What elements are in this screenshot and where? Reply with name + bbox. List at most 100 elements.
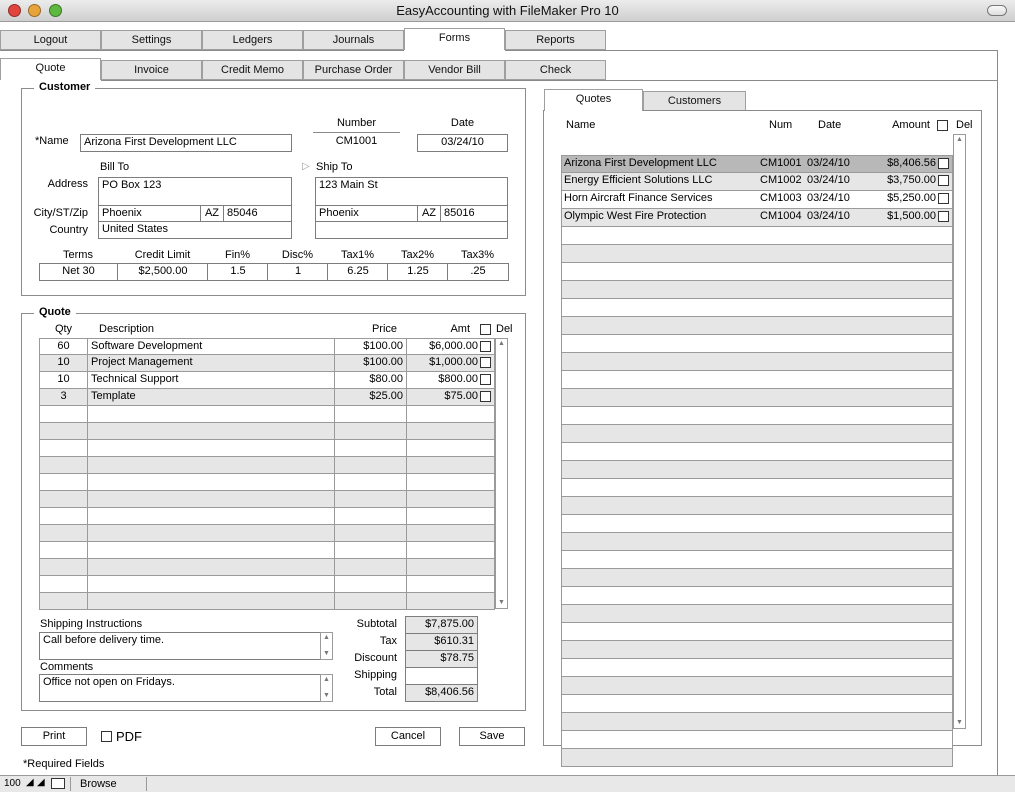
status-area-toggle-icon[interactable] <box>51 778 65 789</box>
scroll-up-arrow-icon[interactable]: ▲ <box>496 339 507 349</box>
line-price-field[interactable] <box>335 576 407 592</box>
quote-delete-checkbox[interactable] <box>938 158 949 169</box>
line-price-field[interactable] <box>335 593 407 609</box>
bill-zip-field[interactable]: 85046 <box>223 205 292 222</box>
terms-value-field[interactable]: .25 <box>447 263 509 281</box>
bill-country-field[interactable]: United States <box>98 221 292 239</box>
line-qty-field[interactable] <box>40 508 88 524</box>
line-qty-field[interactable]: 3 <box>40 389 88 405</box>
quote-list-row[interactable]: Energy Efficient Solutions LLC CM1002 03/2… <box>561 173 953 191</box>
line-description-field[interactable] <box>88 491 335 507</box>
ship-address-field[interactable]: 123 Main St <box>315 177 508 206</box>
quote-list-row[interactable] <box>561 623 953 641</box>
quote-list-row[interactable] <box>561 335 953 353</box>
line-price-field[interactable] <box>335 474 407 490</box>
bill-city-field[interactable]: Phoenix <box>98 205 201 222</box>
line-price-field[interactable] <box>335 508 407 524</box>
quote-lines-scrollbar[interactable]: ▲ ▼ <box>495 338 508 609</box>
line-price-field[interactable]: $25.00 <box>335 389 407 405</box>
tab-settings[interactable]: Settings <box>101 30 202 50</box>
quote-list-row[interactable] <box>561 749 953 767</box>
ship-city-field[interactable]: Phoenix <box>315 205 418 222</box>
line-delete-checkbox[interactable] <box>480 391 491 402</box>
tab-check[interactable]: Check <box>505 60 606 80</box>
quote-list-row[interactable] <box>561 317 953 335</box>
tab-customers[interactable]: Customers <box>643 91 746 111</box>
tab-credit-memo[interactable]: Credit Memo <box>202 60 303 80</box>
shipping-instructions-field[interactable]: Call before delivery time. <box>39 632 333 660</box>
line-price-field[interactable]: $100.00 <box>335 339 407 355</box>
scroll-up-arrow-icon[interactable]: ▲ <box>954 135 965 145</box>
quote-list-row[interactable] <box>561 605 953 623</box>
line-price-field[interactable] <box>335 440 407 456</box>
delete-all-checkbox[interactable] <box>480 324 491 335</box>
quote-list-row[interactable] <box>561 533 953 551</box>
quote-list-row[interactable] <box>561 677 953 695</box>
line-price-field[interactable]: $100.00 <box>335 355 407 371</box>
terms-value-field[interactable]: $2,500.00 <box>117 263 209 281</box>
line-delete-checkbox[interactable] <box>480 374 491 385</box>
line-delete-checkbox[interactable] <box>480 357 491 368</box>
tab-invoice[interactable]: Invoice <box>101 60 202 80</box>
line-description-field[interactable]: Template <box>88 389 335 405</box>
tab-journals[interactable]: Journals <box>303 30 404 50</box>
delete-all-quotes-checkbox[interactable] <box>937 120 948 131</box>
quote-list-row[interactable]: Horn Aircraft Finance Services CM1003 03/2… <box>561 191 953 209</box>
quote-delete-checkbox[interactable] <box>938 193 949 204</box>
toolbar-toggle-button[interactable] <box>987 5 1007 16</box>
line-qty-field[interactable] <box>40 474 88 490</box>
tab-purchase-order[interactable]: Purchase Order <box>303 60 404 80</box>
quote-list-row[interactable] <box>561 479 953 497</box>
save-button[interactable]: Save <box>459 727 525 746</box>
quote-list-row[interactable] <box>561 695 953 713</box>
line-qty-field[interactable] <box>40 525 88 541</box>
quote-list-row[interactable] <box>561 263 953 281</box>
zoom-level[interactable]: 100 <box>4 778 21 789</box>
print-button[interactable]: Print <box>21 727 87 746</box>
line-description-field[interactable] <box>88 525 335 541</box>
quote-list-row[interactable] <box>561 245 953 263</box>
quote-list-row[interactable] <box>561 659 953 677</box>
quote-list-row[interactable] <box>561 371 953 389</box>
line-qty-field[interactable] <box>40 491 88 507</box>
line-description-field[interactable] <box>88 542 335 558</box>
line-price-field[interactable] <box>335 491 407 507</box>
line-price-field[interactable] <box>335 559 407 575</box>
line-description-field[interactable] <box>88 576 335 592</box>
quote-list-row[interactable] <box>561 641 953 659</box>
quote-list-row[interactable] <box>561 713 953 731</box>
tab-forms[interactable]: Forms <box>404 28 505 50</box>
line-price-field[interactable]: $80.00 <box>335 372 407 388</box>
ship-zip-field[interactable]: 85016 <box>440 205 508 222</box>
zoom-in-icon[interactable]: ◢ <box>37 777 45 788</box>
scroll-down-arrow-icon[interactable]: ▼ <box>954 718 965 728</box>
line-description-field[interactable] <box>88 559 335 575</box>
bill-address-field[interactable]: PO Box 123 <box>98 177 292 206</box>
tab-quote[interactable]: Quote <box>0 58 101 80</box>
quote-date-field[interactable]: 03/24/10 <box>417 134 508 152</box>
pdf-checkbox[interactable] <box>101 731 112 742</box>
tab-quotes[interactable]: Quotes <box>544 89 643 111</box>
quote-list-row[interactable] <box>561 407 953 425</box>
mode-indicator[interactable]: Browse <box>80 778 117 790</box>
quote-list-row[interactable] <box>561 587 953 605</box>
quote-list-row[interactable] <box>561 281 953 299</box>
bill-state-field[interactable]: AZ <box>200 205 224 222</box>
quote-list-row[interactable]: Olympic West Fire Protection CM1004 03/24/… <box>561 209 953 227</box>
line-description-field[interactable] <box>88 474 335 490</box>
line-qty-field[interactable]: 10 <box>40 372 88 388</box>
zoom-out-icon[interactable]: ◢ <box>26 777 34 788</box>
tab-ledgers[interactable]: Ledgers <box>202 30 303 50</box>
line-description-field[interactable]: Software Development <box>88 339 335 355</box>
customer-name-field[interactable]: Arizona First Development LLC <box>80 134 292 152</box>
copy-arrow-icon[interactable]: ▷ <box>302 161 310 172</box>
line-price-field[interactable] <box>335 406 407 422</box>
line-qty-field[interactable] <box>40 542 88 558</box>
quote-list-row[interactable] <box>561 425 953 443</box>
quote-list-row[interactable] <box>561 389 953 407</box>
tab-logout[interactable]: Logout <box>0 30 101 50</box>
line-delete-checkbox[interactable] <box>480 341 491 352</box>
line-description-field[interactable] <box>88 406 335 422</box>
terms-value-field[interactable]: Net 30 <box>39 263 118 281</box>
shipping-cost-field[interactable] <box>405 667 478 685</box>
